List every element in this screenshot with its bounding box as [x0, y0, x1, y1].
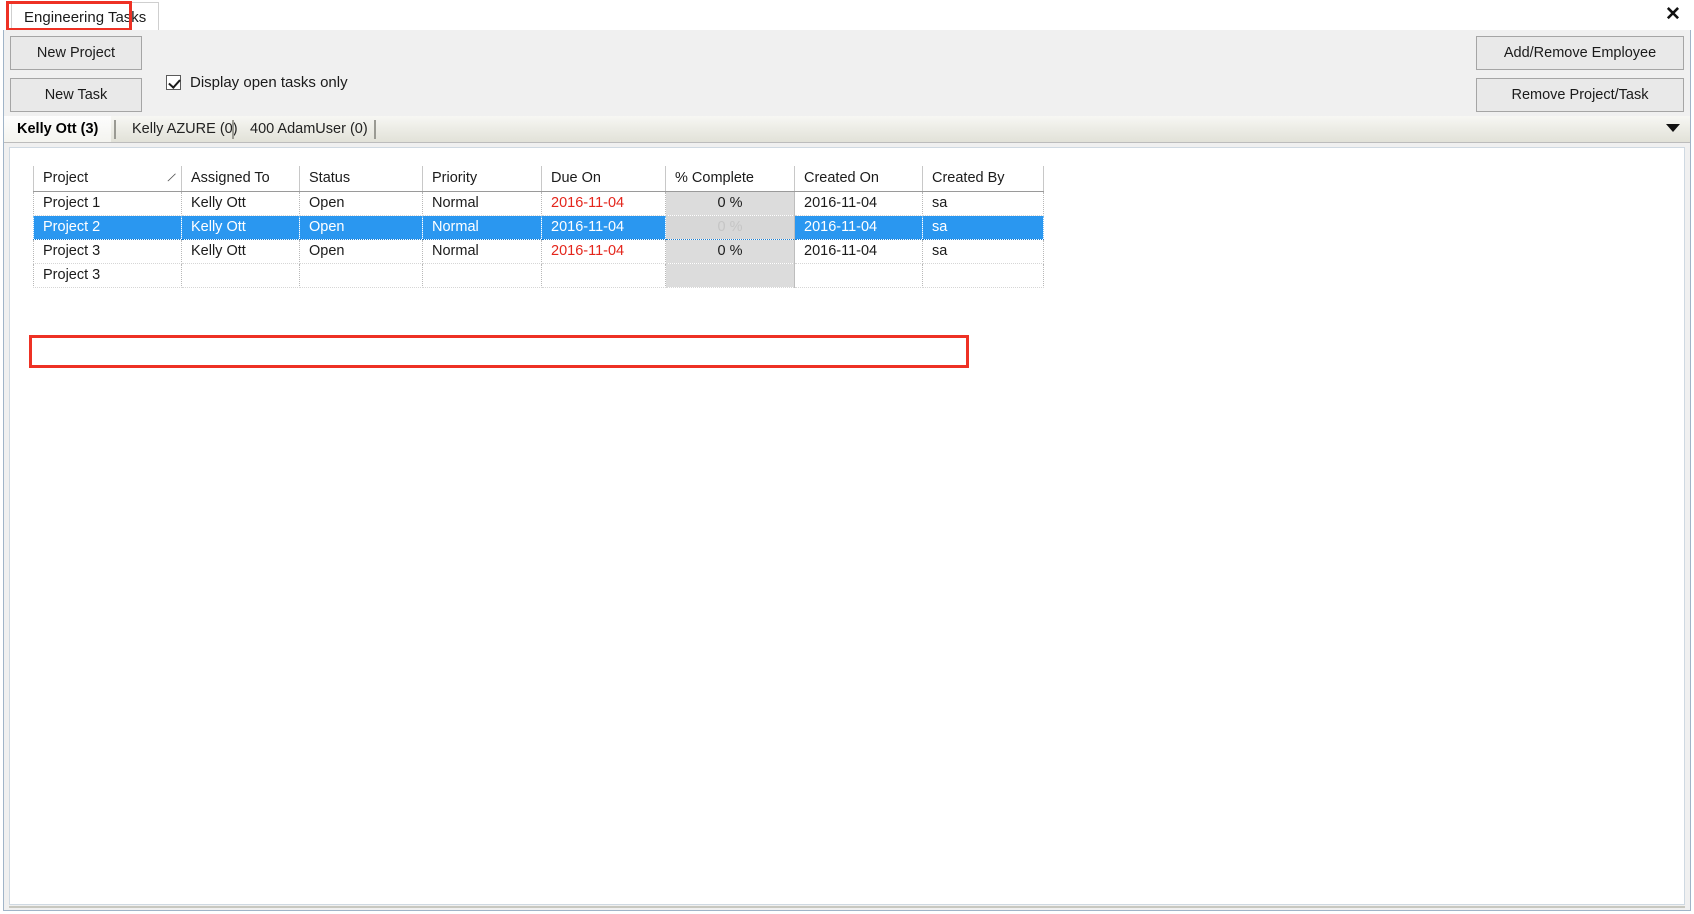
column-header-created-on[interactable]: Created On	[794, 166, 923, 192]
cell-priority[interactable]: Normal	[422, 214, 542, 240]
column-header-status[interactable]: Status	[299, 166, 423, 192]
cell-project[interactable]: Project 3	[33, 239, 182, 264]
cell-assigned-to[interactable]: Kelly Ott	[181, 191, 300, 216]
cell-project[interactable]: Project 2	[33, 214, 182, 240]
cell-assigned-to[interactable]: Kelly Ott	[181, 214, 300, 240]
cell-status[interactable]: Open	[299, 239, 423, 264]
cell-priority[interactable]: Normal	[422, 239, 542, 264]
selected-row-highlight-box	[29, 335, 969, 368]
close-icon[interactable]: ✕	[1660, 2, 1686, 28]
table-row[interactable]: Project 3 Kelly Ott Open Normal 2016-11-…	[33, 239, 1044, 264]
cell-assigned-to[interactable]: Kelly Ott	[181, 239, 300, 264]
cell-created-by[interactable]	[922, 263, 1044, 288]
cell-project[interactable]: Project 1	[33, 191, 182, 216]
column-header-assigned-to[interactable]: Assigned To	[181, 166, 300, 192]
tasks-grid: Project ⁄ Assigned To Status Priority Du…	[33, 166, 1044, 288]
toolbar: New Project New Task Display open tasks …	[4, 30, 1690, 116]
new-project-button[interactable]: New Project	[10, 36, 142, 70]
table-row[interactable]: Project 3	[33, 263, 1044, 288]
cell-created-by[interactable]: sa	[922, 239, 1044, 264]
cell-percent-complete[interactable]: 0 %	[665, 214, 795, 240]
main-panel: New Project New Task Display open tasks …	[3, 30, 1691, 911]
grid-body: Project 1 Kelly Ott Open Normal 2016-11-…	[33, 191, 1044, 288]
tab-kelly-ott[interactable]: Kelly Ott (3)	[4, 116, 112, 142]
display-open-tasks-only-checkbox[interactable]: Display open tasks only	[166, 74, 348, 91]
title-bar: Engineering Tasks ✕	[0, 0, 1694, 32]
cell-created-on[interactable]: 2016-11-04	[794, 214, 923, 240]
cell-priority[interactable]	[422, 263, 542, 288]
sort-ascending-icon: ⁄	[169, 169, 175, 186]
add-remove-employee-button[interactable]: Add/Remove Employee	[1476, 36, 1684, 70]
cell-project[interactable]: Project 3	[33, 263, 182, 288]
cell-due-on[interactable]: 2016-11-04	[541, 214, 666, 240]
cell-created-on[interactable]	[794, 263, 923, 288]
tab-divider-1	[114, 120, 116, 139]
column-header-due-on[interactable]: Due On	[541, 166, 666, 192]
cell-status[interactable]: Open	[299, 214, 423, 240]
document-tab-separator	[129, 6, 130, 26]
cell-created-on[interactable]: 2016-11-04	[794, 239, 923, 264]
grid-content-area: Project ⁄ Assigned To Status Priority Du…	[9, 147, 1685, 905]
tab-divider-3	[374, 120, 376, 139]
cell-assigned-to[interactable]	[181, 263, 300, 288]
new-task-button[interactable]: New Task	[10, 78, 142, 112]
column-header-priority[interactable]: Priority	[422, 166, 542, 192]
employee-tab-strip: Kelly Ott (3) Kelly AZURE (0) 400 AdamUs…	[4, 116, 1690, 143]
cell-created-by[interactable]: sa	[922, 191, 1044, 216]
cell-created-by[interactable]: sa	[922, 214, 1044, 240]
cell-priority[interactable]: Normal	[422, 191, 542, 216]
cell-status[interactable]	[299, 263, 423, 288]
tab-kelly-azure[interactable]: Kelly AZURE (0)	[119, 116, 251, 142]
cell-percent-complete[interactable]: 0 %	[665, 239, 795, 264]
tab-400-adamuser[interactable]: 400 AdamUser (0)	[237, 116, 381, 142]
cell-created-on[interactable]: 2016-11-04	[794, 191, 923, 216]
table-row[interactable]: Project 2 Kelly Ott Open Normal 2016-11-…	[33, 214, 1044, 240]
application-window: Engineering Tasks ✕ New Project New Task…	[0, 0, 1694, 914]
cell-due-on[interactable]: 2016-11-04	[541, 191, 666, 216]
column-header-percent-complete[interactable]: % Complete	[665, 166, 795, 192]
grid-header-row: Project ⁄ Assigned To Status Priority Du…	[33, 166, 1044, 192]
cell-status[interactable]: Open	[299, 191, 423, 216]
table-row[interactable]: Project 1 Kelly Ott Open Normal 2016-11-…	[33, 191, 1044, 216]
column-header-project-label: Project	[43, 170, 89, 187]
column-header-project[interactable]: Project ⁄	[33, 166, 182, 192]
tab-divider-2	[232, 120, 234, 139]
checkbox-checked-icon	[166, 75, 181, 90]
display-open-tasks-only-label: Display open tasks only	[190, 74, 348, 91]
chevron-down-icon[interactable]	[1666, 124, 1680, 132]
panel-bottom-edge	[9, 906, 1685, 908]
cell-due-on[interactable]	[541, 263, 666, 288]
cell-percent-complete[interactable]	[665, 263, 795, 288]
cell-percent-complete[interactable]: 0 %	[665, 191, 795, 216]
document-tab-engineering-tasks[interactable]: Engineering Tasks	[11, 2, 160, 30]
cell-due-on[interactable]: 2016-11-04	[541, 239, 666, 264]
remove-project-task-button[interactable]: Remove Project/Task	[1476, 78, 1684, 112]
column-header-created-by[interactable]: Created By	[922, 166, 1044, 192]
